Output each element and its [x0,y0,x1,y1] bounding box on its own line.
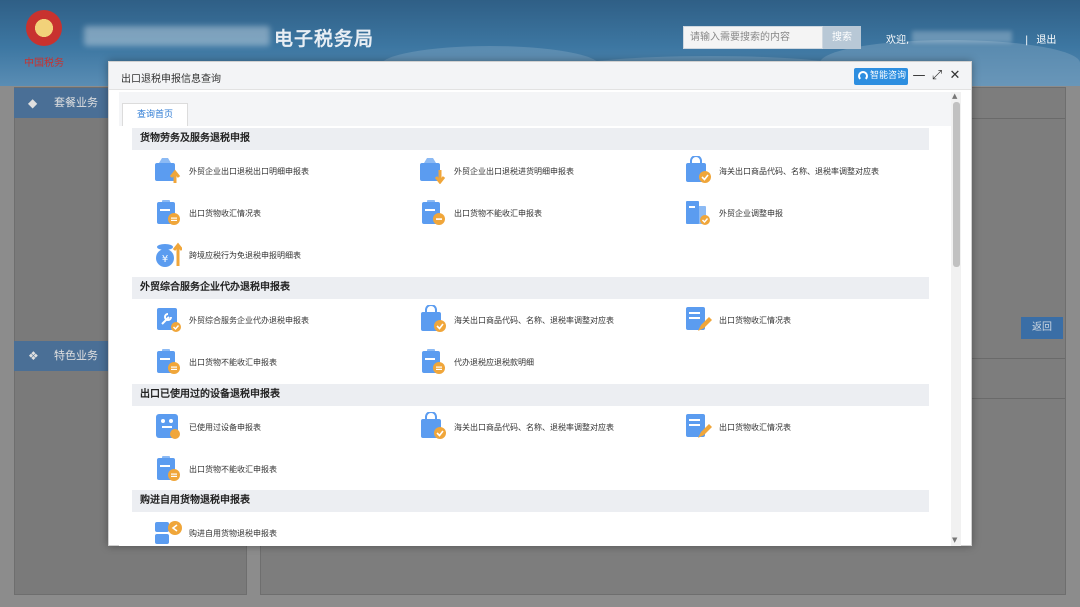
report-link-label: 出口货物收汇情况表 [719,423,791,432]
report-link-item[interactable]: 外贸企业出口退税出口明细申报表 [154,156,404,184]
scrollbar-thumb[interactable] [953,102,960,267]
upload-bag-icon [154,156,182,184]
tab-query-home[interactable]: 查询首页 [122,103,188,127]
section-title: 出口已使用过的设备退税申报表 [132,384,929,406]
report-link-label: 出口货物收汇情况表 [189,209,261,218]
report-link-label: 出口货物不能收汇申报表 [189,358,277,367]
report-link-item[interactable]: 出口货物不能收汇申报表 [154,347,404,375]
clipboard-icon [154,347,182,375]
download-bag-icon [419,156,447,185]
report-link-item[interactable]: 出口货物不能收汇申报表 [419,198,669,226]
report-link-item[interactable]: 外贸综合服务企业代办退税申报表 [154,305,404,333]
report-link-label: 外贸综合服务企业代办退税申报表 [189,316,309,325]
report-link-item[interactable]: 出口货物收汇情况表 [684,412,934,440]
report-link-label: 已使用过设备申报表 [189,423,261,432]
wrench-doc-icon [154,305,182,333]
content-area: 货物劳务及服务退税申报外贸企业出口退税出口明细申报表 外贸企业出口退税进货明细申报… [119,126,951,546]
report-link-item[interactable]: 出口货物不能收汇申报表 [154,454,404,482]
maximize-icon[interactable]: ⤢ [930,68,944,84]
export-tax-refund-dialog: 出口退税申报信息查询 智能咨询 — ⤢ ✕ 查询首页 货物劳务及服务退税申报 外贸… [108,61,972,546]
clipboard-icon [154,198,182,226]
clipboard-icon [154,454,182,482]
clipboard-icon [419,347,447,375]
section-title: 外贸综合服务企业代办退税申报表 [132,277,929,299]
section-title: 货物劳务及服务退税申报 [132,128,929,150]
report-link-label: 外贸企业出口退税出口明细申报表 [189,167,309,176]
edit-doc-icon [684,412,712,440]
report-link-label: 海关出口商品代码、名称、退税率调整对应表 [454,423,614,432]
shopping-bag-check-icon [419,304,447,333]
scroll-up-icon[interactable]: ▲ [952,92,957,100]
report-link-item[interactable]: 海关出口商品代码、名称、退税率调整对应表 [684,155,934,184]
report-link-label: 外贸企业出口退税进货明细申报表 [454,167,574,176]
document-check-icon [684,198,712,226]
report-link-item[interactable]: 外贸企业出口退税进货明细申报表 [419,156,669,185]
report-link-label: 外贸企业调整申报 [719,209,783,218]
dialog-header: 出口退税申报信息查询 智能咨询 — ⤢ ✕ [109,62,971,90]
report-link-item[interactable]: 已使用过设备申报表 [154,412,404,440]
report-link-item[interactable]: 外贸企业调整申报 [684,198,934,226]
shopping-bag-check-icon [419,411,447,440]
shopping-bag-check-icon [684,155,712,184]
clipboard-minus-icon [419,198,447,226]
report-link-item[interactable]: 购进自用货物退税申报表 [154,518,404,546]
close-icon[interactable]: ✕ [948,68,962,84]
report-link-label: 海关出口商品代码、名称、退税率调整对应表 [454,316,614,325]
report-link-label: 代办退税应退税款明细 [454,358,534,367]
section-title: 购进自用货物退税申报表 [132,490,929,512]
report-link-item[interactable]: ¥ 跨境应税行为免退税申报明细表 [154,240,404,268]
dialog-body: 查询首页 货物劳务及服务退税申报外贸企业出口退税出口明细申报表 外贸企业出口退税进… [119,92,961,546]
report-link-item[interactable]: 海关出口商品代码、名称、退税率调整对应表 [419,411,669,440]
report-link-item[interactable]: 代办退税应退税款明细 [419,347,669,375]
return-arrow-icon [154,518,182,546]
yuan-coin-arrow-icon: ¥ [154,240,184,268]
report-link-label: 出口货物不能收汇申报表 [189,465,277,474]
headset-icon [858,71,868,81]
smart-consult-button[interactable]: 智能咨询 [854,68,908,85]
report-link-label: 海关出口商品代码、名称、退税率调整对应表 [719,167,879,176]
edit-doc-icon [684,305,712,333]
report-link-label: 出口货物不能收汇申报表 [454,209,542,218]
svg-text:¥: ¥ [162,254,168,265]
dialog-title: 出口退税申报信息查询 [121,74,221,85]
scrollbar[interactable]: ▲ ▼ [951,92,961,546]
report-link-label: 跨境应税行为免退税申报明细表 [189,251,301,260]
report-link-item[interactable]: 出口货物收汇情况表 [154,198,404,226]
equipment-icon [154,412,182,440]
report-link-item[interactable]: 出口货物收汇情况表 [684,305,934,333]
minimize-icon[interactable]: — [912,68,926,84]
report-link-label: 出口货物收汇情况表 [719,316,791,325]
report-link-item[interactable]: 海关出口商品代码、名称、退税率调整对应表 [419,304,669,333]
scroll-down-icon[interactable]: ▼ [952,536,957,544]
report-link-label: 购进自用货物退税申报表 [189,529,277,538]
